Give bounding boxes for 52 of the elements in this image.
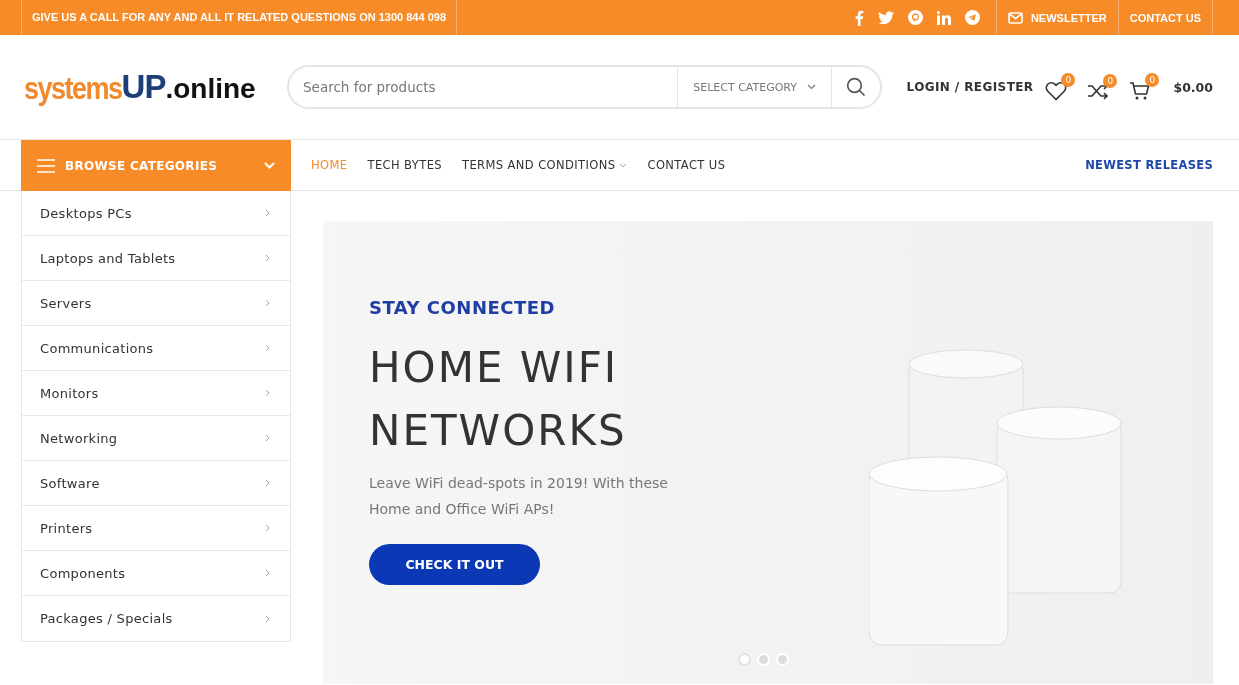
nav-link[interactable]: CONTACT US xyxy=(647,158,726,172)
chevron-right-icon xyxy=(265,569,270,577)
chevron-right-icon xyxy=(265,479,270,487)
category-item[interactable]: Printers xyxy=(22,506,290,551)
chevron-down-icon xyxy=(619,162,628,168)
category-item[interactable]: Components xyxy=(22,551,290,596)
cart-icon xyxy=(1129,81,1152,101)
shuffle-icon xyxy=(1087,82,1110,100)
category-item[interactable]: Monitors xyxy=(22,371,290,416)
chevron-right-icon xyxy=(265,389,270,397)
hero-eyebrow: STAY CONNECTED xyxy=(369,297,556,318)
nav-link[interactable]: TECH BYTES xyxy=(367,158,442,172)
category-item[interactable]: Software xyxy=(22,461,290,506)
category-item[interactable]: Packages / Specials xyxy=(22,596,290,641)
chevron-down-icon xyxy=(264,162,275,169)
envelope-icon xyxy=(1007,11,1023,24)
call-message: GIVE US A CALL FOR ANY AND ALL IT RELATED QUESTIONS ON 1300 844 098 xyxy=(21,0,457,35)
facebook-icon[interactable] xyxy=(853,9,864,26)
pinterest-icon[interactable] xyxy=(907,10,923,25)
chevron-right-icon xyxy=(265,344,270,352)
twitter-icon[interactable] xyxy=(877,10,894,25)
cart-total: $0.00 xyxy=(1173,79,1213,95)
chevron-down-icon xyxy=(807,84,816,90)
newest-releases-link[interactable]: NEWEST RELEASES xyxy=(1085,158,1213,172)
chevron-right-icon xyxy=(265,254,270,262)
search-field[interactable]: Search for products SELECT CATEGORY xyxy=(287,65,882,109)
nav-link[interactable]: TERMS AND CONDITIONS xyxy=(462,158,628,172)
check-it-out-button[interactable]: CHECK IT OUT xyxy=(369,544,540,585)
chevron-right-icon xyxy=(265,209,270,217)
menu-icon xyxy=(37,158,55,173)
category-dropdown[interactable]: SELECT CATEGORY xyxy=(677,66,832,108)
heart-icon xyxy=(1045,81,1068,101)
category-item[interactable]: Desktops PCs xyxy=(22,191,290,236)
chevron-right-icon xyxy=(265,299,270,307)
hero-title: HOME WIFI NETWORKS xyxy=(369,342,628,457)
linkedin-icon[interactable] xyxy=(936,10,951,25)
category-item[interactable]: Laptops and Tablets xyxy=(22,236,290,281)
login-register-link[interactable]: LOGIN / REGISTER xyxy=(906,80,1034,94)
chevron-right-icon xyxy=(265,524,270,532)
category-item[interactable]: Communications xyxy=(22,326,290,371)
category-item[interactable]: Servers xyxy=(22,281,290,326)
chevron-right-icon xyxy=(265,434,270,442)
site-logo[interactable]: systemsUP.online xyxy=(24,68,287,106)
cart-count-badge: 0 xyxy=(1145,73,1160,87)
telegram-icon[interactable] xyxy=(964,10,980,25)
search-icon xyxy=(846,77,866,97)
category-item[interactable]: Networking xyxy=(22,416,290,461)
compare-count-badge: 0 xyxy=(1103,74,1118,88)
wishlist-count-badge: 0 xyxy=(1061,73,1076,87)
chevron-right-icon xyxy=(265,614,270,623)
slide-dot[interactable] xyxy=(738,653,751,666)
hero-description: Leave WiFi dead-spots in 2019! With these Home and Office WiFi APs! xyxy=(369,474,669,519)
